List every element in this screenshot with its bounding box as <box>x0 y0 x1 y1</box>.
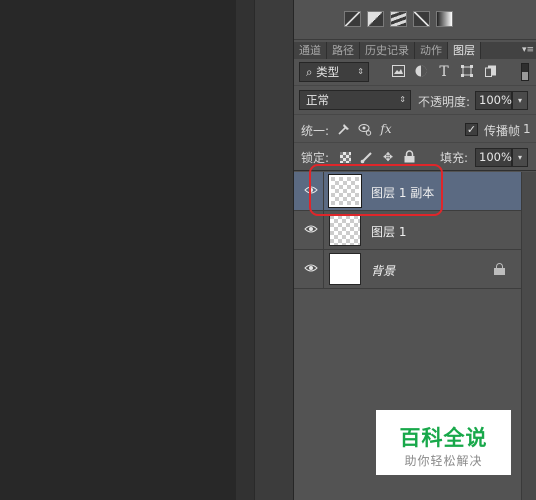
tab-layers[interactable]: 图层 <box>448 42 481 59</box>
opacity-dropdown-button[interactable]: ▾ <box>512 91 528 110</box>
fill-input[interactable]: 100% <box>475 148 512 167</box>
tab-actions[interactable]: 动作 <box>415 42 448 59</box>
visibility-eye-icon[interactable] <box>303 263 319 275</box>
layers-scrollbar[interactable] <box>521 172 536 500</box>
column-divider <box>323 172 324 211</box>
filter-toggle-switch[interactable] <box>521 63 529 81</box>
lock-row: 锁定: ✥ 填充: 100% ▾ <box>294 144 536 171</box>
layer-thumbnail[interactable] <box>329 214 361 246</box>
panel-gutter <box>236 0 254 500</box>
blend-row: 正常 ⇕ 不透明度: 100% ▾ <box>294 87 536 115</box>
opacity-input[interactable]: 100% <box>475 91 512 110</box>
unify-visibility-icon[interactable] <box>358 122 372 136</box>
lock-image-pixels-icon[interactable] <box>360 150 374 164</box>
image-filter-icon[interactable] <box>391 65 405 79</box>
shape-filter-icon[interactable] <box>460 65 474 79</box>
collapsed-panel-dock <box>254 0 293 500</box>
lock-all-icon[interactable] <box>402 150 416 164</box>
fill-label: 填充: <box>440 151 469 165</box>
fill-dropdown-button[interactable]: ▾ <box>512 148 528 167</box>
propagate-frame-label: 传播帧 <box>484 124 521 138</box>
type-filter-icon[interactable]: T <box>437 65 451 79</box>
layer-row[interactable]: 图层 1 副本 <box>294 172 521 211</box>
channel-mixer-adjustment-icon[interactable] <box>413 11 430 27</box>
layer-name[interactable]: 图层 1 <box>371 223 406 240</box>
layer-thumbnail[interactable] <box>329 253 361 285</box>
filter-kind-label: 类型 <box>316 65 340 79</box>
blend-mode-select[interactable]: 正常 ⇕ <box>299 90 411 110</box>
lock-label: 锁定: <box>301 151 330 165</box>
select-arrow-icon: ⇕ <box>357 67 364 76</box>
watermark-title: 百科全说 <box>399 426 488 450</box>
column-divider <box>323 211 324 250</box>
layer-row[interactable]: 图层 1 <box>294 211 521 250</box>
propagate-frame-checkbox[interactable]: ✓ <box>465 123 478 136</box>
select-arrow-icon: ⇕ <box>399 95 406 104</box>
panel-tabs: 通道 路径 历史记录 动作 图层 ▾≡ <box>294 42 536 59</box>
layer-thumbnail[interactable] <box>328 174 362 208</box>
lock-icon <box>494 263 505 275</box>
gradient-map-adjustment-icon[interactable] <box>436 11 453 27</box>
layer-name[interactable]: 图层 1 副本 <box>371 184 434 201</box>
unify-position-icon[interactable] <box>337 122 351 136</box>
watermark-subtitle: 助你轻松解决 <box>404 454 483 468</box>
opacity-label: 不透明度: <box>418 95 471 109</box>
blend-mode-value: 正常 <box>306 93 329 107</box>
layer-row[interactable]: 背景 <box>294 250 521 289</box>
unify-row: 统一: fx ✓ 传播帧 1 <box>294 116 536 143</box>
visibility-eye-icon[interactable] <box>303 185 319 197</box>
panel-menu-icon[interactable]: ▾≡ <box>519 42 536 59</box>
tab-channels[interactable]: 通道 <box>294 42 327 59</box>
document-canvas-area[interactable] <box>0 0 236 500</box>
lock-transparent-pixels-icon[interactable] <box>340 152 351 163</box>
unify-style-icon[interactable]: fx <box>379 122 393 136</box>
unify-label: 统一: <box>301 124 330 138</box>
watermark-logo: 百科全说 助你轻松解决 <box>376 410 511 475</box>
adjustments-strip <box>294 0 536 40</box>
tab-paths[interactable]: 路径 <box>327 42 360 59</box>
exposure-adjustment-icon[interactable] <box>367 11 384 27</box>
propagate-frame-value: 1 <box>523 122 531 136</box>
visibility-eye-icon[interactable] <box>303 224 319 236</box>
smart-object-filter-icon[interactable] <box>484 65 498 79</box>
column-divider <box>323 250 324 289</box>
lock-position-icon[interactable]: ✥ <box>381 150 395 164</box>
tab-history[interactable]: 历史记录 <box>360 42 415 59</box>
curves-adjustment-icon[interactable] <box>390 11 407 27</box>
levels-adjustment-icon[interactable] <box>344 11 361 27</box>
filter-kind-select[interactable]: ⌕ 类型 ⇕ <box>299 62 369 82</box>
layer-filter-row: ⌕ 类型 ⇕ T <box>294 59 536 86</box>
layer-name[interactable]: 背景 <box>371 262 395 279</box>
adjustment-filter-icon[interactable] <box>414 65 428 79</box>
search-icon: ⌕ <box>306 65 313 79</box>
